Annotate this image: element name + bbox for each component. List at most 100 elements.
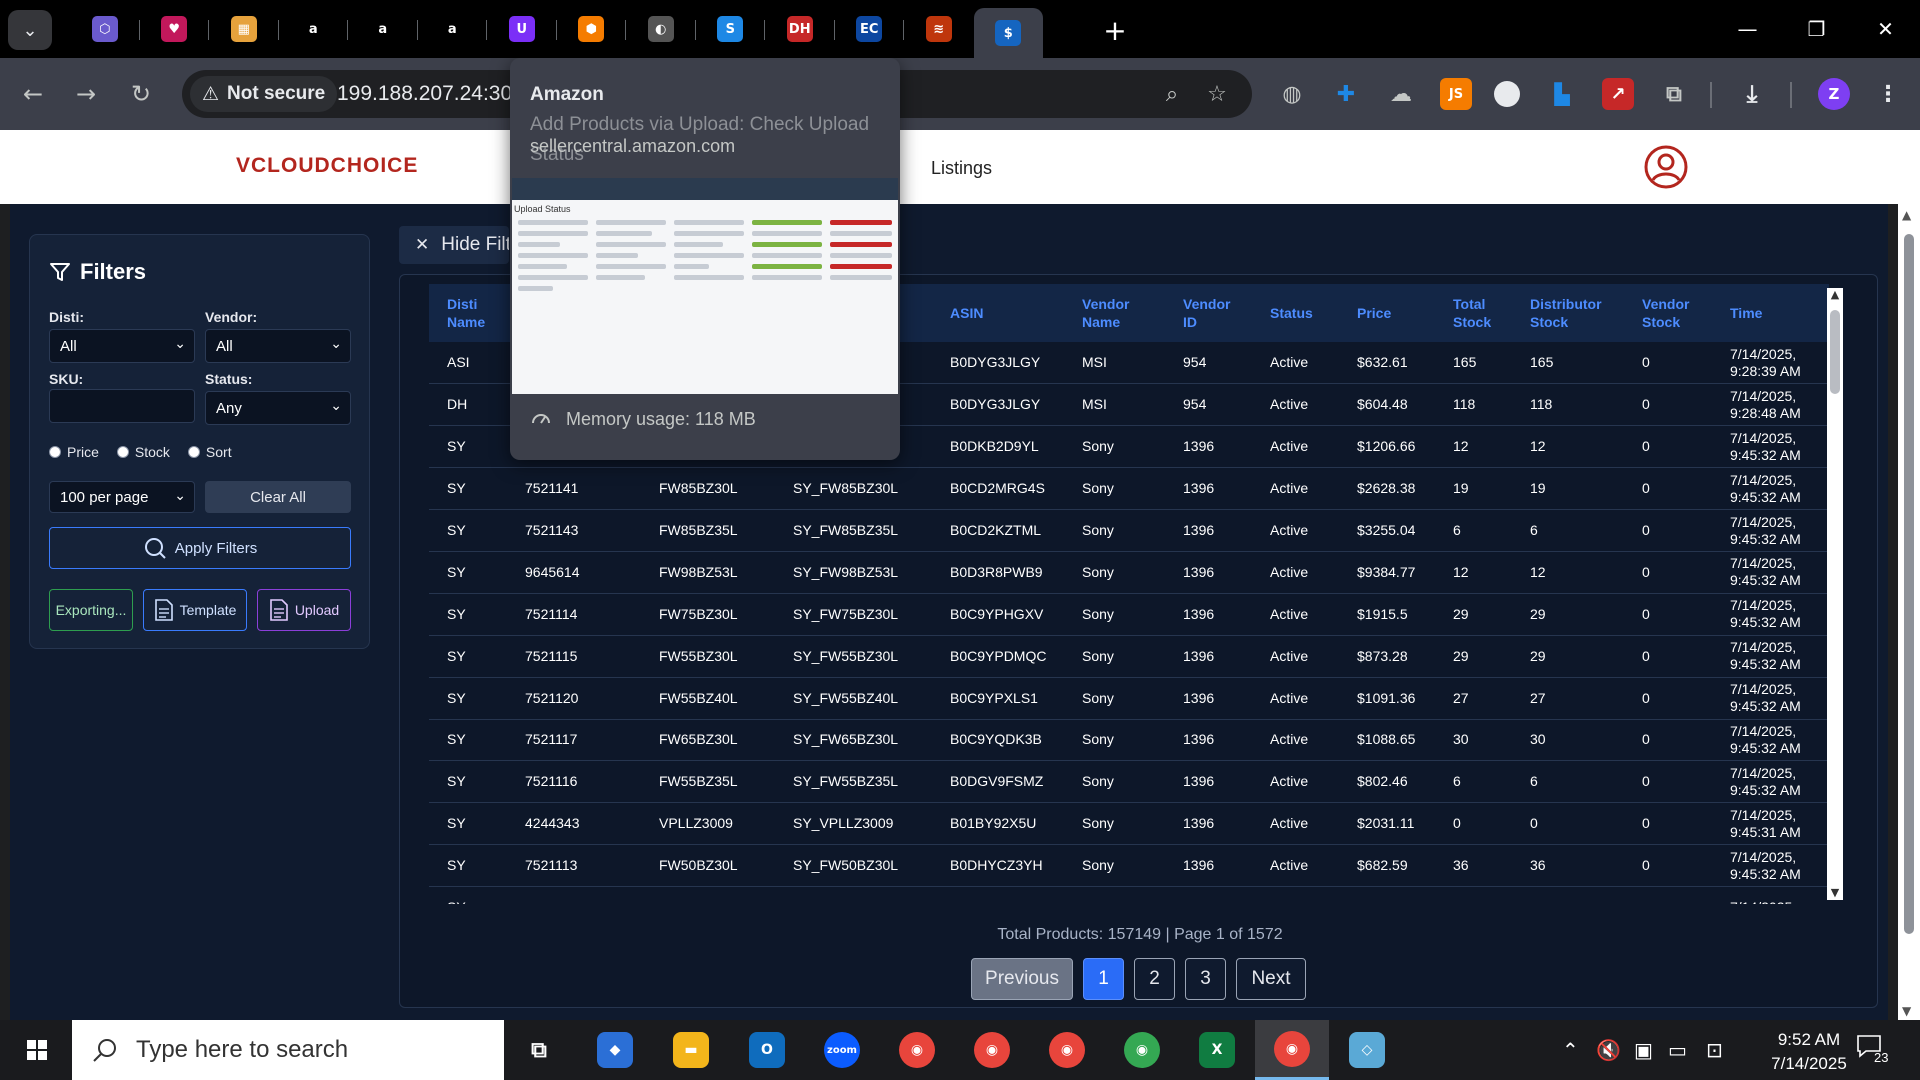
radio-circle[interactable] — [49, 446, 61, 458]
table-scroll-thumb[interactable] — [1830, 310, 1840, 394]
upload-button[interactable]: Upload — [257, 589, 351, 631]
table-row[interactable]: SY 7521113 FW50BZ30L SY_FW50BZ30L B0DHYCZ3YH… — [429, 844, 1829, 888]
column-header[interactable]: Total Stock — [1435, 284, 1512, 342]
new-tab-button[interactable]: + — [1097, 12, 1133, 48]
column-header[interactable]: Vendor ID — [1165, 284, 1252, 342]
taskbar-excel[interactable]: X — [1196, 1030, 1238, 1070]
table-row[interactable]: SY 9645614 FW98BZ53L SY_FW98BZ53L B0D3R8PWB9… — [429, 551, 1829, 594]
user-account-icon[interactable] — [1643, 144, 1689, 190]
browser-menu-icon[interactable]: ⋮ — [1872, 78, 1904, 110]
browser-tab[interactable]: EC — [835, 0, 904, 58]
taskbar-file-explorer[interactable]: ▬ — [670, 1030, 712, 1070]
scroll-down-icon[interactable]: ▼ — [1827, 886, 1843, 900]
apply-filters-button[interactable]: Apply Filters — [49, 527, 351, 569]
browser-tab[interactable]: ≋ — [904, 0, 974, 58]
taskbar-clock[interactable]: 9:52 AM 7/14/2025 — [1754, 1028, 1864, 1076]
browser-tab[interactable]: ▦ — [209, 0, 279, 58]
radio-circle[interactable] — [116, 446, 129, 458]
table-row[interactable]: SY 7521115 FW55BZ30L SY_FW55BZ30L B0C9YPDMQC… — [429, 635, 1829, 678]
scroll-up-icon[interactable]: ▲ — [1827, 288, 1843, 302]
task-view-button[interactable]: ⧉ — [518, 1030, 560, 1070]
page-scroll-thumb[interactable] — [1904, 234, 1914, 934]
table-row[interactable]: SY 7521117 FW65BZ30L SY_FW65BZ30L B0C9YQDK3B… — [429, 719, 1829, 762]
browser-tab[interactable]: a — [348, 0, 418, 58]
security-chip[interactable]: ⚠ Not secure — [190, 76, 338, 112]
column-header[interactable]: Vendor Stock — [1624, 284, 1712, 342]
page-2-button[interactable]: 2 — [1134, 958, 1175, 1000]
reload-button[interactable]: ↻ — [123, 76, 159, 112]
column-header[interactable]: Vendor Name — [1064, 284, 1165, 342]
page-3-button[interactable]: 3 — [1185, 958, 1226, 1000]
clear-all-button[interactable]: Clear All — [205, 481, 351, 513]
browser-tab[interactable]: S — [696, 0, 765, 58]
vendor-select[interactable]: All ⌄ — [205, 329, 351, 363]
browser-tab[interactable]: ⬢ — [557, 0, 626, 58]
browser-tab[interactable]: ⬡ — [70, 0, 140, 58]
browser-tab[interactable]: ♥ — [140, 0, 209, 58]
taskbar-outlook[interactable]: O — [746, 1030, 788, 1070]
table-row[interactable]: SY 7521116 FW55BZ35L SY_FW55BZ35L B0DGV9FSMZ… — [429, 760, 1829, 804]
minimize-button[interactable]: — — [1713, 0, 1782, 58]
extension-plus-icon[interactable]: ✚ — [1330, 78, 1362, 110]
column-header[interactable]: Time — [1712, 284, 1829, 342]
chevron-up-icon[interactable]: ⌃ — [1562, 1038, 1579, 1062]
scroll-up-icon[interactable]: ▲ — [1902, 208, 1911, 222]
browser-tab[interactable]: $ — [973, 8, 1043, 58]
taskbar-zoom[interactable]: zoom — [821, 1030, 863, 1070]
extensions-puzzle-icon[interactable]: ⧉ — [1658, 78, 1690, 110]
battery-icon[interactable]: ▭ — [1668, 1038, 1687, 1062]
taskbar-app-diamond[interactable]: ◇ — [1346, 1030, 1388, 1070]
zoom-icon[interactable]: ⌕ — [1158, 80, 1186, 108]
forward-button[interactable]: → — [68, 76, 104, 112]
table-scrollbar[interactable]: ▲ ▼ — [1827, 288, 1843, 900]
table-row[interactable]: SY 7521143 FW85BZ35L SY_FW85BZ35L B0CD2KZTML… — [429, 509, 1829, 552]
network-icon[interactable]: ⊡ — [1706, 1038, 1723, 1062]
hide-filters-button[interactable]: ✕ Hide Filters — [399, 226, 509, 264]
table-row[interactable]: SY 7521120 FW55BZ40L SY_FW55BZ40L B0C9YPXLS1… — [429, 677, 1829, 720]
taskbar-copilot[interactable]: ◆ — [594, 1030, 636, 1070]
restore-button[interactable]: ❐ — [1782, 0, 1851, 58]
taskbar-chrome-3[interactable]: ◉ — [1046, 1030, 1088, 1070]
status-select[interactable]: Any ⌄ — [205, 391, 351, 425]
browser-tab[interactable]: ◐ — [626, 0, 696, 58]
bookmark-star-icon[interactable]: ☆ — [1203, 80, 1231, 108]
disti-select[interactable]: All ⌄ — [49, 329, 195, 363]
extension-arrow-icon[interactable]: ↗ — [1602, 78, 1634, 110]
extension-circle-icon[interactable] — [1494, 81, 1520, 107]
radio-circle[interactable] — [187, 446, 200, 458]
browser-tab[interactable]: a — [279, 0, 348, 58]
browser-tab[interactable]: DH — [765, 0, 835, 58]
column-header[interactable]: ASIN — [932, 284, 1064, 342]
column-header[interactable]: Status — [1252, 284, 1339, 342]
exporting-button[interactable]: Exporting... — [49, 589, 133, 631]
column-header[interactable]: Disti Name — [429, 284, 507, 342]
extension-cloud-icon[interactable]: ☁ — [1385, 78, 1417, 110]
taskbar-chrome-2[interactable]: ◉ — [971, 1030, 1013, 1070]
sku-input[interactable] — [49, 389, 195, 423]
page-1-button[interactable]: 1 — [1083, 958, 1124, 1000]
extension-js-icon[interactable]: JS — [1440, 78, 1472, 110]
download-icon[interactable]: ⤓ — [1736, 78, 1768, 110]
column-header[interactable]: Price — [1339, 284, 1435, 342]
browser-tab[interactable]: U — [487, 0, 557, 58]
browser-tab[interactable]: a — [418, 0, 487, 58]
windows-start-icon[interactable] — [14, 1032, 60, 1068]
table-row[interactable]: SY 7521114 FW75BZ30L SY_FW75BZ30L B0C9YPHGXV… — [429, 593, 1829, 636]
extension-chart-icon[interactable]: ▙ — [1546, 78, 1578, 110]
translate-globe-icon[interactable]: ◍ — [1276, 78, 1308, 110]
sort-radio[interactable]: Sort — [187, 444, 232, 460]
price-radio[interactable]: Price — [49, 444, 99, 460]
meeting-icon[interactable]: ▣ — [1634, 1038, 1653, 1062]
table-row[interactable]: SY 4244343 VPLLZ3009 SY_VPLLZ3009 B01BY92X5U… — [429, 802, 1829, 846]
taskbar-search-box[interactable]: Type here to search — [72, 1020, 504, 1080]
column-header[interactable]: Distributor Stock — [1512, 284, 1624, 342]
scroll-down-icon[interactable]: ▼ — [1902, 1004, 1911, 1018]
taskbar-chrome-4[interactable]: ◉ — [1121, 1030, 1163, 1070]
stock-radio[interactable]: Stock — [116, 444, 170, 460]
previous-page-button[interactable]: Previous — [971, 958, 1073, 1000]
vcloudchoice-logo[interactable]: VCLOUDCHOICE — [236, 154, 418, 178]
notification-center-button[interactable]: 23 — [1856, 1034, 1896, 1068]
nav-listings-link[interactable]: Listings — [931, 158, 992, 179]
back-button[interactable]: ← — [15, 76, 51, 112]
page-scrollbar[interactable]: ▲ ▼ — [1898, 204, 1920, 1020]
